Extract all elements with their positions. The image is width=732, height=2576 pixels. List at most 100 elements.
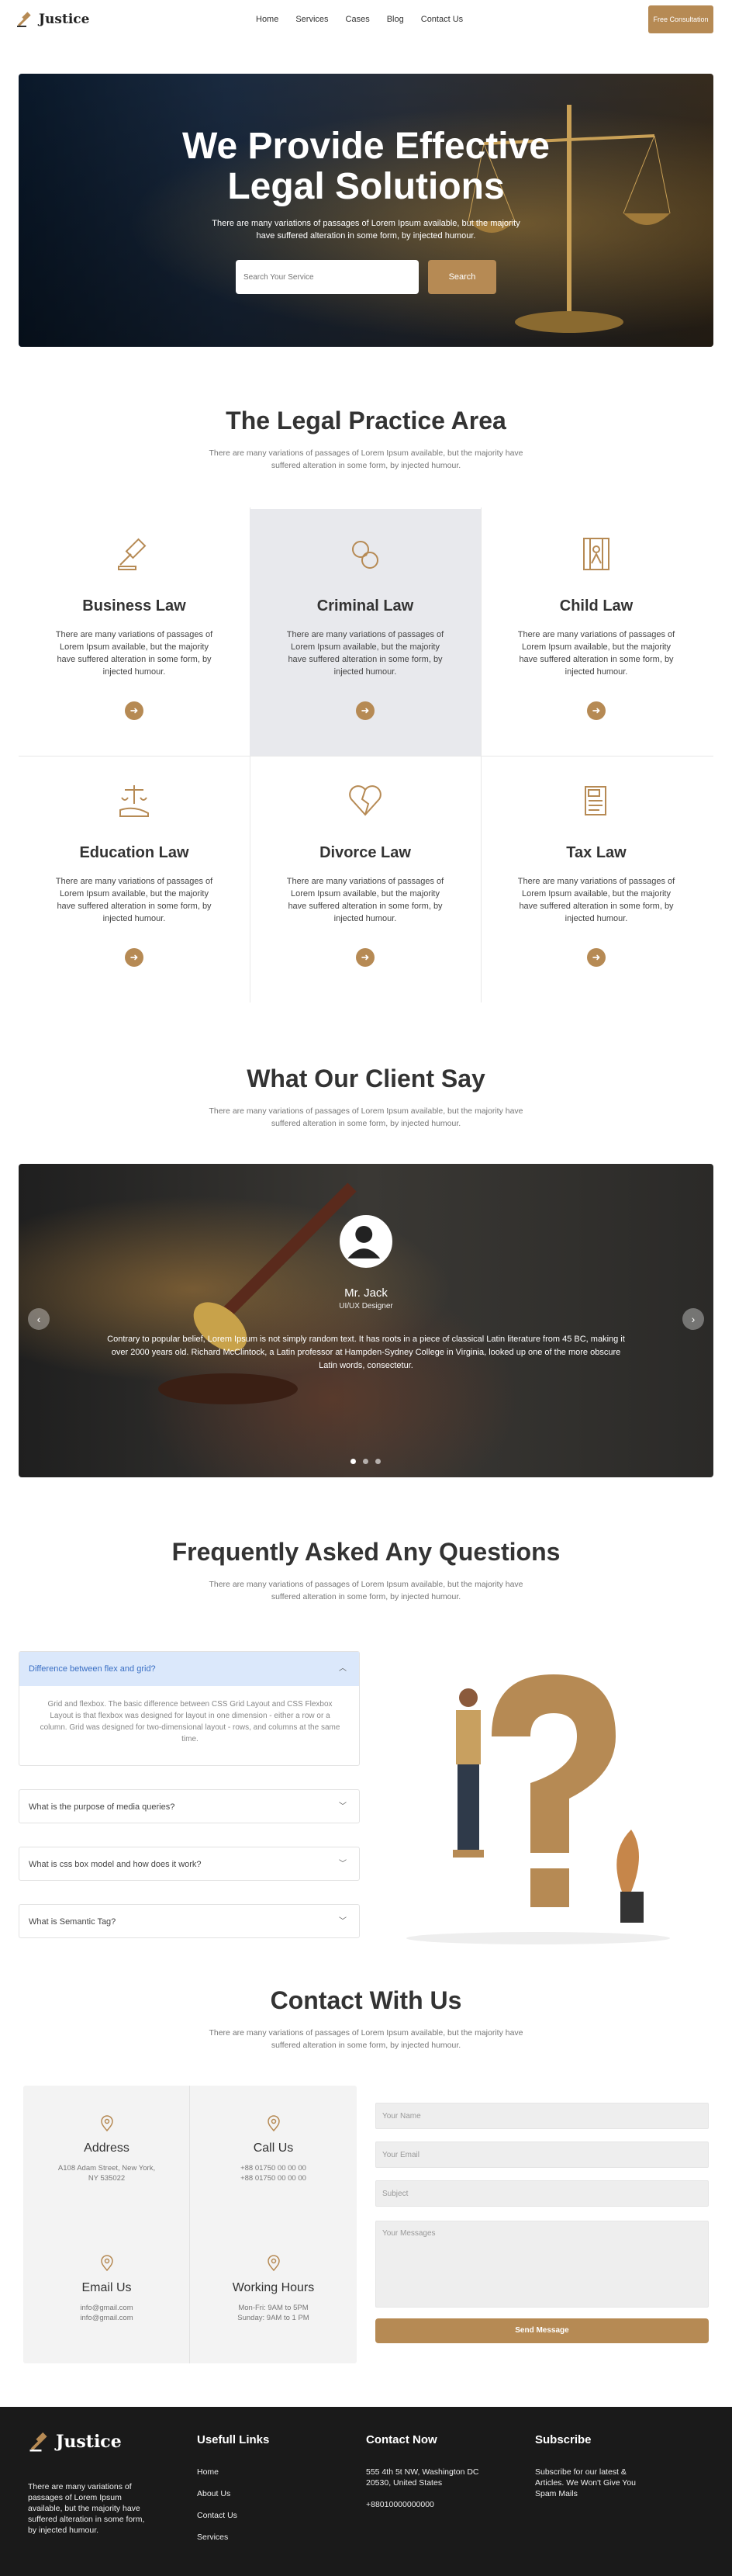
- practice-card-education[interactable]: Education Law There are many variations …: [19, 756, 250, 1002]
- faq-subtitle: There are many variations of passages of…: [209, 1580, 523, 1601]
- footer-brand-name: Justice: [56, 2432, 122, 2452]
- practice-card-divorce[interactable]: Divorce Law There are many variations of…: [250, 756, 481, 1002]
- card-title: Tax Law: [566, 844, 627, 861]
- address-title: Address: [84, 2141, 129, 2155]
- service-search-input[interactable]: [236, 260, 419, 294]
- client-quote: Contrary to popular belief, Lorem Ipsum …: [107, 1335, 625, 1370]
- card-text: There are many variations of passages of…: [55, 877, 213, 923]
- location-pin-icon: [265, 2115, 282, 2132]
- address-block: Address A108 Adam Street, New York, NY 5…: [23, 2115, 190, 2183]
- gavel-icon: [118, 538, 147, 570]
- free-consultation-button[interactable]: Free Consultation: [648, 5, 713, 33]
- gavel-logo-icon: [29, 2432, 47, 2452]
- menu-services[interactable]: Services: [295, 15, 328, 24]
- subject-field[interactable]: Subject: [375, 2180, 709, 2207]
- location-pin-icon: [98, 2115, 116, 2132]
- menu-contact[interactable]: Contact Us: [421, 15, 463, 24]
- hours-block: Working Hours Mon-Fri: 9AM to 5PM Sunday…: [190, 2255, 357, 2323]
- email-title: Email Us: [81, 2281, 132, 2294]
- brand-logo[interactable]: Justice: [16, 10, 89, 29]
- card-text: There are many variations of passages of…: [517, 877, 675, 923]
- child-icon: [583, 538, 609, 570]
- footer-about-text: There are many variations of passages of…: [28, 2482, 145, 2535]
- faq-question[interactable]: Difference between flex and grid?: [29, 1652, 156, 1686]
- handcuffs-icon: [352, 541, 378, 569]
- footer-address: 555 4th 5t NW, Washington DC 20530, Unit…: [366, 2467, 479, 2488]
- faq-question[interactable]: What is the purpose of media queries?: [29, 1790, 174, 1824]
- footer-contact: Contact Now 555 4th 5t NW, Washington DC…: [366, 2433, 498, 2521]
- practice-card-child[interactable]: Child Law There are many variations of p…: [481, 509, 712, 756]
- footer-link-home[interactable]: Home: [197, 2467, 269, 2477]
- faq-item-1[interactable]: Difference between flex and grid? ︿ Grid…: [19, 1651, 360, 1766]
- footer-logo[interactable]: Justice: [28, 2430, 152, 2453]
- chevron-down-icon[interactable]: ﹀: [339, 1905, 347, 1939]
- arrow-right-icon[interactable]: ➜: [125, 948, 143, 967]
- carousel-dot-2[interactable]: [363, 1459, 368, 1464]
- menu-blog[interactable]: Blog: [387, 15, 404, 24]
- card-title: Education Law: [79, 844, 189, 861]
- broken-heart-icon: [349, 785, 382, 816]
- faq-question[interactable]: What is css box model and how does it wo…: [29, 1847, 202, 1882]
- phone-number[interactable]: +88 01750 00 00 00: [190, 2163, 357, 2173]
- footer-link-contact[interactable]: Contact Us: [197, 2510, 269, 2521]
- footer-links: Usefull Links Home About Us Contact Us S…: [197, 2433, 269, 2553]
- practice-card-business[interactable]: Business Law There are many variations o…: [19, 509, 250, 756]
- question-mark-illustration: [406, 1674, 670, 1944]
- card-title: Child Law: [559, 597, 634, 615]
- name-field[interactable]: Your Name: [375, 2103, 709, 2129]
- carousel-dot-1[interactable]: [350, 1459, 356, 1464]
- hero-title: We Provide Effective Legal Solutions: [182, 126, 550, 207]
- menu-cases[interactable]: Cases: [346, 15, 370, 24]
- search-button[interactable]: Search: [428, 260, 496, 294]
- chevron-up-icon[interactable]: ︿: [339, 1652, 347, 1686]
- arrow-right-icon[interactable]: ➜: [587, 701, 606, 720]
- address-line: A108 Adam Street, New York,: [57, 2164, 156, 2173]
- avatar: [340, 1215, 392, 1268]
- contact-info-panel: Address A108 Adam Street, New York, NY 5…: [23, 2086, 357, 2363]
- email-block: Email Us info@gmail.com info@gmail.com: [23, 2255, 190, 2323]
- email-address[interactable]: info@gmail.com: [23, 2313, 190, 2323]
- faq-item-3[interactable]: What is css box model and how does it wo…: [19, 1847, 360, 1881]
- call-block: Call Us +88 01750 00 00 00 +88 01750 00 …: [190, 2115, 357, 2183]
- footer-about: Justice There are many variations of pas…: [28, 2430, 152, 2536]
- arrow-right-icon[interactable]: ➜: [356, 701, 375, 720]
- links-title: Usefull Links: [197, 2433, 270, 2446]
- call-title: Call Us: [253, 2141, 294, 2155]
- arrow-right-icon[interactable]: ➜: [356, 948, 375, 967]
- card-text: There are many variations of passages of…: [517, 630, 675, 677]
- contact-title: Contact With Us: [270, 1986, 462, 2014]
- footer-link-services[interactable]: Services: [197, 2532, 269, 2543]
- contact-subtitle: There are many variations of passages of…: [209, 2028, 523, 2050]
- arrow-right-icon[interactable]: ➜: [125, 701, 143, 720]
- menu-home[interactable]: Home: [256, 15, 278, 24]
- email-field[interactable]: Your Email: [375, 2141, 709, 2168]
- chevron-down-icon[interactable]: ﹀: [339, 1847, 347, 1882]
- footer-link-about[interactable]: About Us: [197, 2488, 269, 2499]
- scales-hand-icon: [119, 785, 149, 817]
- faq-answer: Grid and flexbox. The basic difference b…: [40, 1700, 340, 1743]
- faq-question[interactable]: What is Semantic Tag?: [29, 1905, 116, 1939]
- prev-slide-icon[interactable]: ‹: [28, 1308, 50, 1330]
- faq-item-4[interactable]: What is Semantic Tag? ﹀: [19, 1904, 360, 1938]
- email-address[interactable]: info@gmail.com: [23, 2303, 190, 2313]
- message-field[interactable]: Your Messages: [375, 2221, 709, 2308]
- footer: Justice There are many variations of pas…: [0, 2407, 732, 2576]
- hours-line: Mon-Fri: 9AM to 5PM: [238, 2304, 309, 2312]
- location-pin-icon: [98, 2255, 116, 2272]
- faq-item-2[interactable]: What is the purpose of media queries? ﹀: [19, 1789, 360, 1823]
- location-pin-icon: [265, 2255, 282, 2272]
- send-message-button[interactable]: Send Message: [375, 2318, 709, 2343]
- chevron-down-icon[interactable]: ﹀: [339, 1790, 347, 1824]
- hours-line: Sunday: 9AM to 1 PM: [237, 2314, 309, 2322]
- next-slide-icon[interactable]: ›: [682, 1308, 704, 1330]
- card-title: Business Law: [82, 597, 186, 615]
- footer-phone[interactable]: +88010000000000: [366, 2499, 498, 2510]
- practice-card-criminal[interactable]: Criminal Law There are many variations o…: [250, 509, 481, 756]
- phone-number[interactable]: +88 01750 00 00 00: [190, 2173, 357, 2183]
- testimonial-carousel: Mr. Jack UI/UX Designer Contrary to popu…: [19, 1164, 713, 1477]
- arrow-right-icon[interactable]: ➜: [587, 948, 606, 967]
- testimonials-title: What Our Client Say: [247, 1065, 485, 1092]
- brand-name: Justice: [39, 12, 90, 27]
- practice-card-tax[interactable]: Tax Law There are many variations of pas…: [481, 756, 712, 1002]
- carousel-dot-3[interactable]: [375, 1459, 381, 1464]
